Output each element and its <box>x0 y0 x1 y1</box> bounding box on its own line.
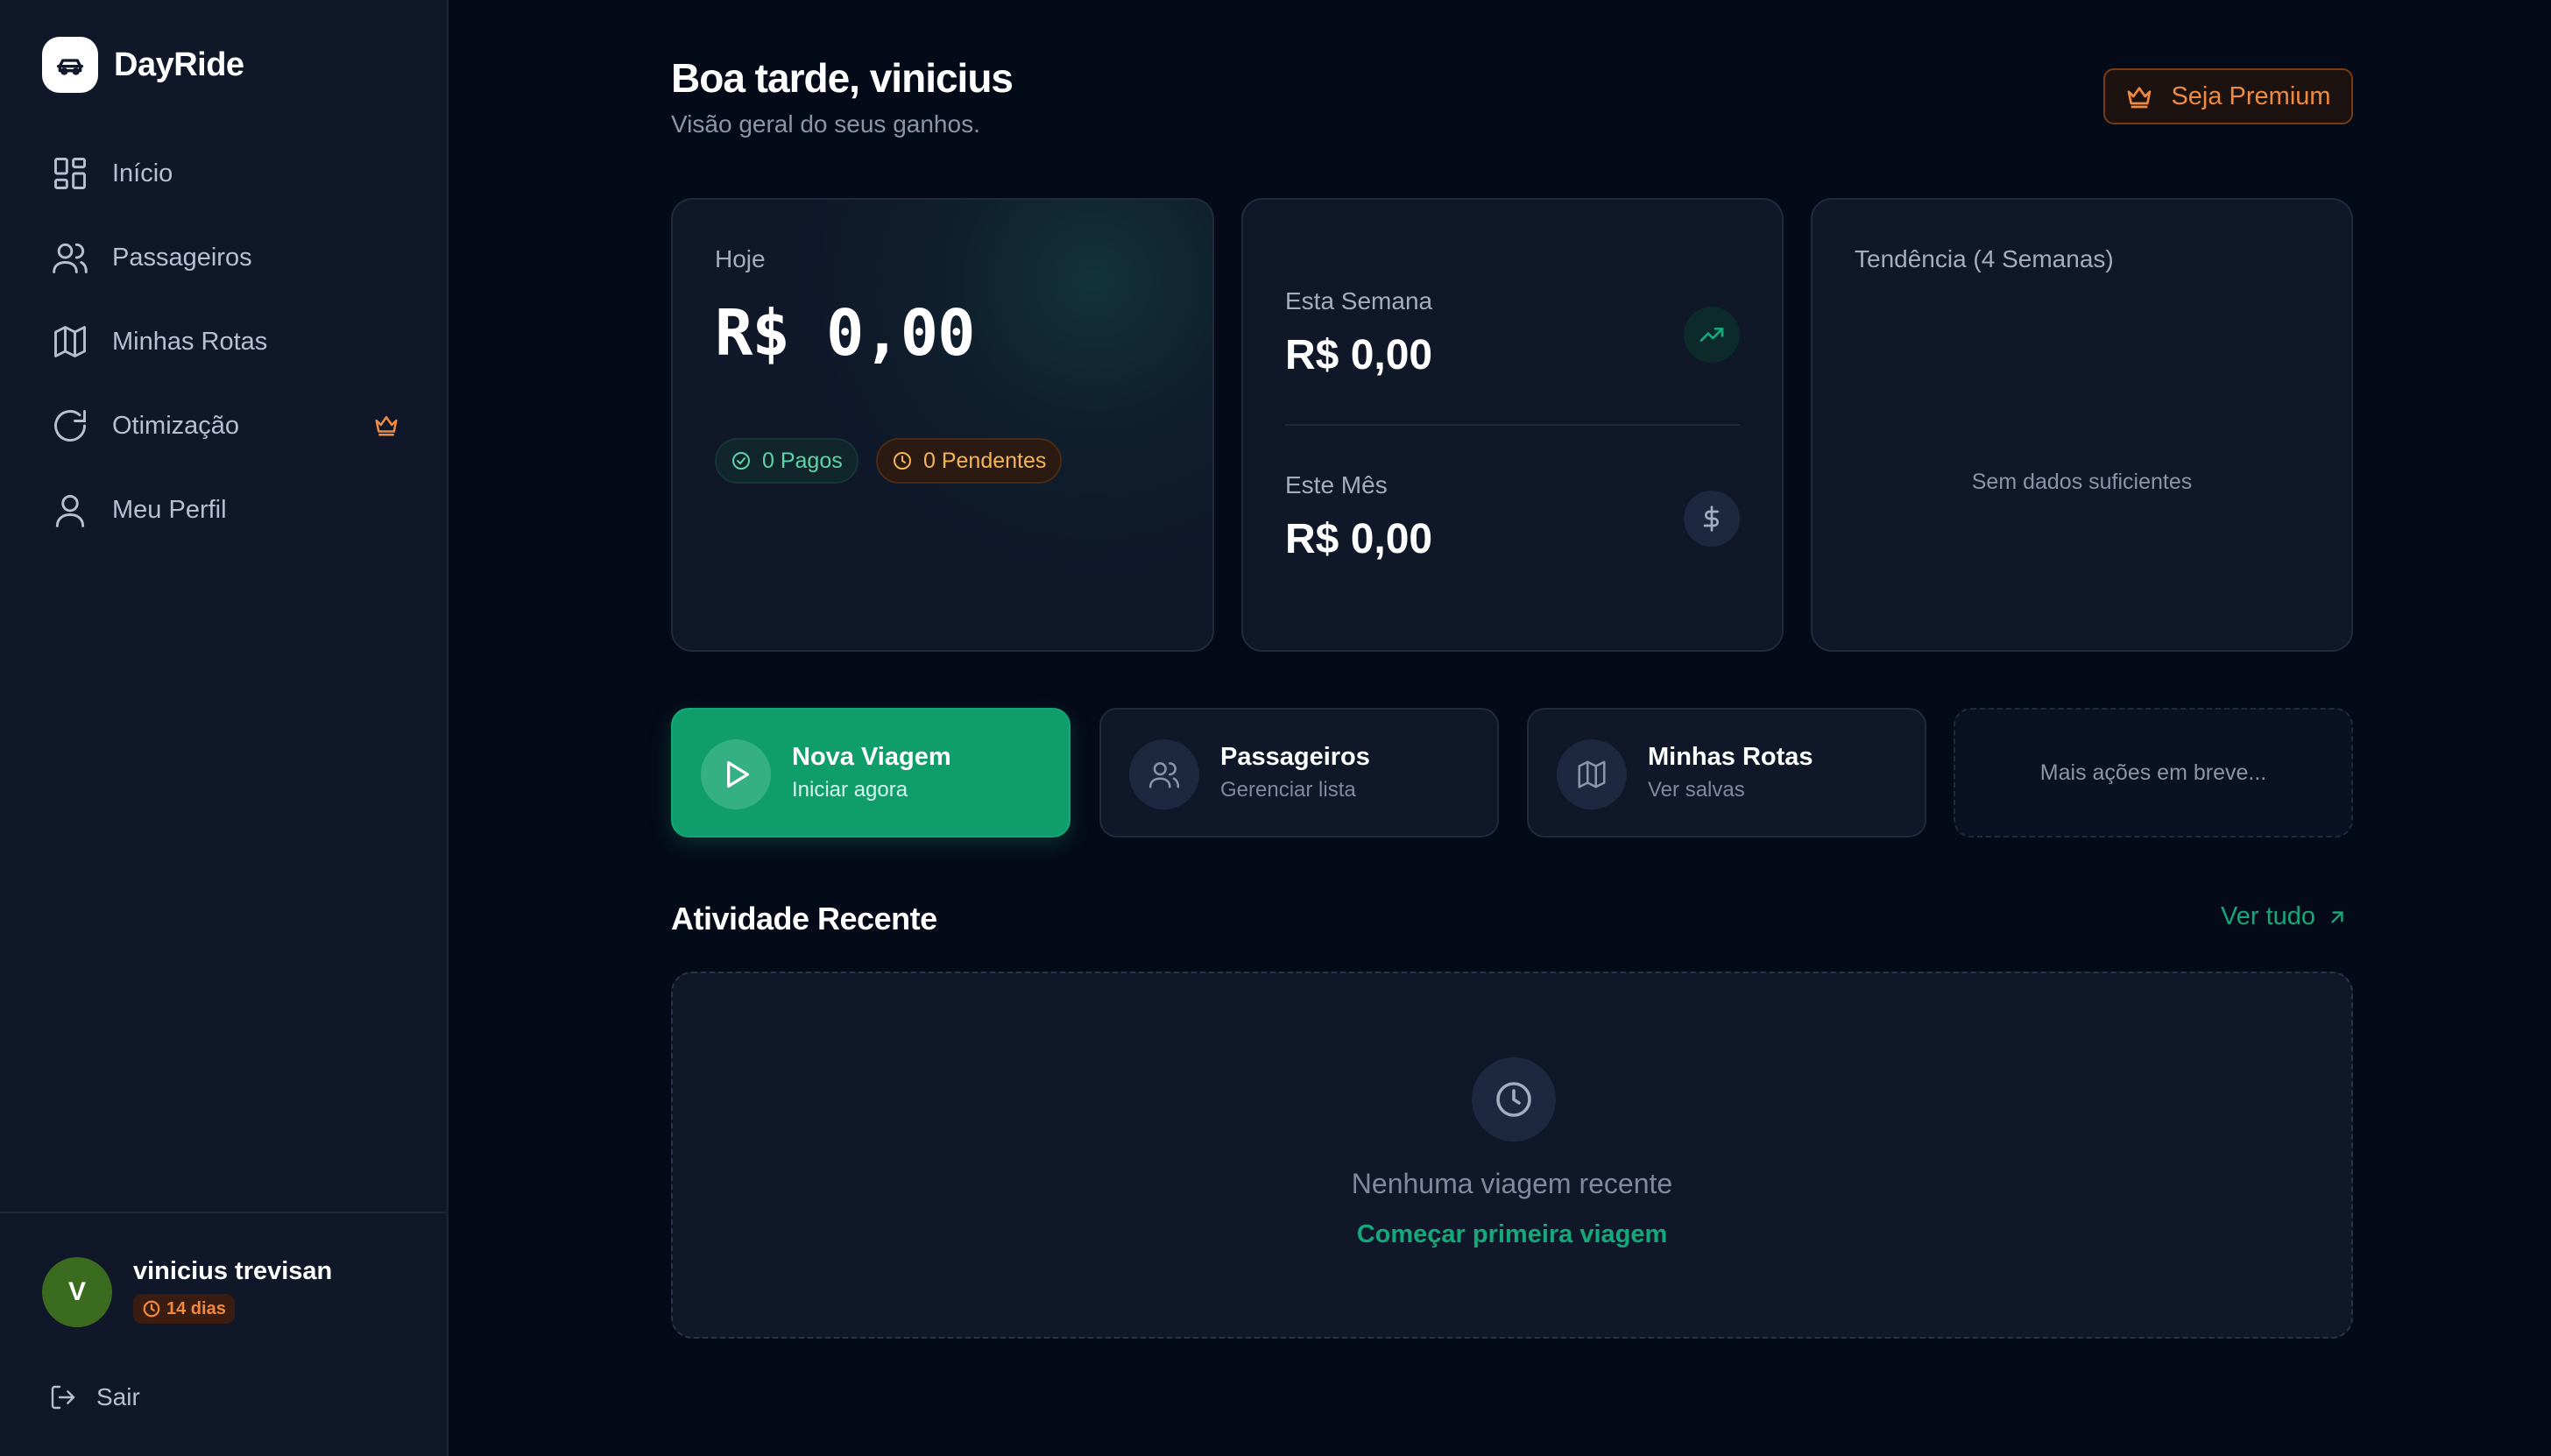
action-subtitle: Ver salvas <box>1648 778 1745 802</box>
action-title: Passageiros <box>1220 743 1370 771</box>
check-circle-icon <box>732 452 750 470</box>
action-title: Minhas Rotas <box>1648 743 1813 771</box>
start-first-trip-link[interactable]: Começar primeira viagem <box>673 1220 2351 1249</box>
new-trip-button[interactable]: Nova Viagem Iniciar agora <box>671 708 1071 838</box>
sidebar-item-minhas-rotas[interactable]: Minhas Rotas <box>35 300 413 384</box>
recent-empty-text: Nenhuma viagem recente <box>1351 1168 1673 1199</box>
trend-label: Tendência (4 Semanas) <box>1855 245 2114 272</box>
sidebar-item-label: Passageiros <box>112 243 252 272</box>
recent-activity-empty: Nenhuma viagem recente Começar primeira … <box>671 972 2353 1339</box>
sidebar-item-inicio[interactable]: Início <box>35 131 413 216</box>
app-name: DayRide <box>114 46 244 83</box>
car-icon <box>42 37 98 93</box>
period-card: Esta Semana R$ 0,00 Este Mês R$ 0,00 <box>1241 198 1784 652</box>
users-icon <box>49 237 91 279</box>
sidebar-nav: Início Passageiros Minhas Rotas Otimizaç… <box>35 131 413 552</box>
crown-icon <box>2128 87 2152 109</box>
more-actions-placeholder: Mais ações em breve... <box>1954 708 2353 838</box>
clock-icon <box>143 1300 160 1318</box>
sidebar-item-label: Otimização <box>112 411 240 440</box>
routes-button[interactable]: Minhas Rotas Ver salvas <box>1527 708 1926 838</box>
week-label: Esta Semana <box>1285 287 1433 315</box>
trend-empty-text: Sem dados suficientes <box>1971 470 2193 494</box>
today-card: Hoje R$ 0,00 0 Pagos 0 Pendentes <box>671 198 1214 652</box>
today-value: R$ 0,00 <box>715 296 975 370</box>
passengers-button[interactable]: Passageiros Gerenciar lista <box>1099 708 1499 838</box>
sidebar-item-label: Minhas Rotas <box>112 327 268 356</box>
trial-days: 14 dias <box>166 1298 226 1318</box>
logout-icon <box>51 1385 75 1410</box>
week-value: R$ 0,00 <box>1285 332 1433 378</box>
paid-badge: 0 Pagos <box>715 438 859 484</box>
crown-icon <box>373 412 399 438</box>
month-label: Este Mês <box>1285 471 1388 498</box>
pending-badge: 0 Pendentes <box>876 438 1063 484</box>
logout-button[interactable]: Sair <box>49 1383 140 1411</box>
action-subtitle: Iniciar agora <box>792 778 908 802</box>
arrow-up-right-icon <box>2331 910 2343 923</box>
today-label: Hoje <box>715 245 766 272</box>
play-icon <box>701 739 771 809</box>
user-name: vinicius trevisan <box>133 1257 333 1285</box>
sidebar-item-passageiros[interactable]: Passageiros <box>35 216 413 300</box>
recent-activity-title: Atividade Recente <box>671 901 937 937</box>
sidebar-item-otimizacao[interactable]: Otimização <box>35 384 413 468</box>
avatar[interactable]: V <box>42 1257 112 1327</box>
sidebar-item-label: Início <box>112 159 173 187</box>
logout-label: Sair <box>96 1383 140 1410</box>
sidebar-item-label: Meu Perfil <box>112 495 227 524</box>
month-value: R$ 0,00 <box>1285 516 1433 562</box>
paid-count: 0 Pagos <box>762 448 843 473</box>
map-icon <box>1557 739 1627 809</box>
premium-label: Seja Premium <box>2171 81 2331 110</box>
users-icon <box>1129 739 1199 809</box>
grid-icon <box>49 152 91 194</box>
map-icon <box>49 321 91 363</box>
clock-icon <box>894 452 911 470</box>
see-all-label: Ver tudo <box>2221 902 2316 930</box>
app-logo[interactable]: DayRide <box>42 37 244 93</box>
page-subtitle: Visão geral do seus ganhos. <box>671 110 980 138</box>
trend-card: Tendência (4 Semanas) Sem dados suficien… <box>1811 198 2353 652</box>
clock-icon <box>1472 1057 1556 1141</box>
pending-count: 0 Pendentes <box>923 448 1047 473</box>
user-panel: V vinicius trevisan 14 dias Sair <box>0 1212 447 1456</box>
see-all-link[interactable]: Ver tudo <box>2221 902 2349 931</box>
trial-badge: 14 dias <box>133 1294 235 1324</box>
premium-button[interactable]: Seja Premium <box>2103 68 2353 124</box>
page-title: Boa tarde, vinicius <box>671 55 1014 101</box>
dollar-icon <box>1684 491 1740 547</box>
user-icon <box>49 489 91 531</box>
action-title: Nova Viagem <box>792 743 951 771</box>
divider <box>1285 424 1740 426</box>
trending-up-icon <box>1684 307 1740 363</box>
action-subtitle: Gerenciar lista <box>1220 778 1356 802</box>
refresh-icon <box>49 405 91 447</box>
sidebar: DayRide Início Passageiros Minhas Rotas … <box>0 0 449 1456</box>
sidebar-item-meu-perfil[interactable]: Meu Perfil <box>35 468 413 552</box>
